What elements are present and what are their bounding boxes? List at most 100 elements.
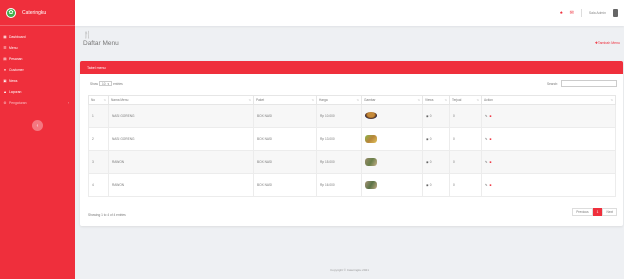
pesanan-icon: ▤	[3, 56, 7, 61]
envelope-icon[interactable]: ✉	[570, 10, 574, 16]
sidebar-item-laporan[interactable]: ▲ Laporan	[0, 86, 75, 97]
sidebar-item-label: Pengaturan	[9, 100, 27, 105]
trash-icon[interactable]: ■	[490, 137, 492, 141]
chevron-down-icon: ▾	[107, 81, 110, 86]
sidebar-item-menu[interactable]: ☰ Menu	[0, 42, 75, 53]
sort-icon: ⇅	[103, 98, 106, 102]
sort-icon: ⇅	[356, 98, 359, 102]
show-prefix: Show	[90, 81, 98, 86]
table-header-row: No ⇅ Nama Menu ⇅ Paket ⇅ Harga ⇅ Gambar ⇅ Vie…	[88, 95, 616, 105]
cell-terjual: 0	[449, 173, 482, 197]
brand[interactable]: ✿ Cateringku	[0, 0, 75, 26]
sort-icon: ⇅	[417, 98, 420, 102]
entries-select-value: 10	[101, 81, 106, 86]
col-header-paket[interactable]: Paket ⇅	[253, 95, 317, 105]
col-header-views[interactable]: Views ⇅	[422, 95, 450, 105]
cell-harga: Rp 15.000	[316, 150, 362, 174]
col-header-gambar[interactable]: Gambar ⇅	[361, 95, 423, 105]
trash-icon[interactable]: ■	[490, 183, 492, 187]
sidebar-item-news[interactable]: ▣ News	[0, 75, 75, 86]
leaf-logo-icon: ✿	[6, 7, 16, 18]
cell-harga: Rp 13.000	[316, 127, 362, 151]
sort-icon: ⇅	[476, 98, 479, 102]
cell-terjual: 0	[449, 127, 482, 151]
trash-icon[interactable]: ■	[490, 160, 492, 164]
edit-icon[interactable]: ✎	[485, 137, 488, 141]
col-header-action[interactable]: Action ⇅	[481, 95, 616, 105]
col-header-terjual[interactable]: Terjual ⇅	[449, 95, 482, 105]
page-heading: 🍴 Daftar Menu ✚Tambah Menu	[83, 32, 624, 47]
table-row: 4 RAWON BOX NASI Rp 16.000 ◉0 0 ✎ ■	[88, 173, 616, 197]
topbar-divider	[580, 9, 582, 17]
sidebar-item-label: Dashboard	[9, 34, 26, 39]
settings-icon: ⚙	[3, 100, 7, 105]
sidebar-item-pesanan[interactable]: ▤ Pesanan	[0, 53, 75, 64]
eye-icon: ◉	[426, 183, 429, 187]
pagination-page-1[interactable]: 1	[592, 208, 603, 216]
card-header: Tabel menu	[80, 61, 623, 74]
trash-icon[interactable]: ■	[490, 114, 492, 118]
news-icon: ▣	[3, 78, 7, 83]
search-label: Search:	[547, 81, 558, 86]
col-header-nama-menu[interactable]: Nama Menu ⇅	[108, 95, 254, 105]
menu-table: No ⇅ Nama Menu ⇅ Paket ⇅ Harga ⇅ Gambar ⇅ Vie…	[88, 95, 616, 197]
menu-image	[365, 180, 377, 189]
table-row: 2 NASI GORENG BOX NASI Rp 13.000 ◉0 0 ✎ ■	[88, 127, 616, 151]
pagination-next[interactable]: Next	[602, 208, 617, 216]
edit-icon[interactable]: ✎	[485, 160, 488, 164]
sort-icon: ⇅	[444, 98, 447, 102]
menu-table-card: Tabel menu Show 10 ▾ entries Search: No ⇅…	[80, 61, 623, 226]
search-input[interactable]	[561, 80, 617, 87]
cell-gambar	[361, 104, 423, 128]
sidebar-item-customer[interactable]: ● Customer	[0, 64, 75, 75]
sidebar-toggle-button[interactable]: ‹	[32, 120, 43, 131]
cell-views: ◉0	[422, 104, 450, 128]
pagination: Previous 1 Next	[572, 208, 617, 216]
customer-icon: ●	[3, 67, 7, 72]
sort-icon: ⇅	[311, 98, 314, 102]
cell-action: ✎ ■	[481, 173, 616, 197]
cell-no: 4	[88, 173, 109, 197]
cell-harga: Rp 10.000	[316, 104, 362, 128]
sidebar-item-label: Laporan	[9, 89, 22, 94]
sort-icon: ⇅	[610, 98, 613, 102]
add-menu-label: Tambah Menu	[597, 41, 620, 45]
sidebar-nav: ▦ Dashboard ☰ Menu ▤ Pesanan ● Customer …	[0, 31, 75, 108]
cell-harga: Rp 16.000	[316, 173, 362, 197]
cell-paket: BOX NASI	[253, 104, 317, 128]
cell-terjual: 0	[449, 150, 482, 174]
cell-no: 2	[88, 127, 109, 151]
cell-action: ✎ ■	[481, 127, 616, 151]
page-title: Daftar Menu	[83, 40, 119, 47]
menu-image	[365, 157, 377, 166]
add-menu-link[interactable]: ✚Tambah Menu	[595, 41, 620, 45]
avatar[interactable]	[613, 9, 618, 17]
pagination-previous[interactable]: Previous	[572, 208, 593, 216]
cell-gambar	[361, 173, 423, 197]
entries-select[interactable]: 10 ▾	[98, 81, 113, 86]
sidebar-item-pengaturan[interactable]: ⚙ Pengaturan ›	[0, 97, 75, 108]
sidebar-item-label: Menu	[9, 45, 18, 50]
edit-icon[interactable]: ✎	[485, 114, 488, 118]
table-info: Showing 1 to 4 of 4 entries	[88, 213, 126, 217]
col-header-harga[interactable]: Harga ⇅	[316, 95, 362, 105]
cell-terjual: 0	[449, 104, 482, 128]
sidebar: ✿ Cateringku ▦ Dashboard ☰ Menu ▤ Pesana…	[0, 0, 75, 279]
cell-no: 3	[88, 150, 109, 174]
edit-icon[interactable]: ✎	[485, 183, 488, 187]
show-suffix: entries	[113, 81, 123, 86]
cell-gambar	[361, 127, 423, 151]
menu-image	[365, 134, 377, 143]
bell-icon[interactable]: ♠	[560, 10, 563, 16]
user-name[interactable]: Sala Admin	[589, 11, 606, 15]
cell-paket: BOX NASI	[253, 173, 317, 197]
cell-paket: BOX NASI	[253, 127, 317, 151]
menu-icon: ☰	[3, 45, 7, 50]
utensils-icon: 🍴	[83, 32, 92, 39]
sidebar-item-dashboard[interactable]: ▦ Dashboard	[0, 31, 75, 42]
cell-views: ◉0	[422, 173, 450, 197]
cell-nama-menu: NASI GORENG	[108, 104, 254, 128]
table-search: Search:	[547, 80, 617, 87]
brand-name: Cateringku	[22, 9, 47, 16]
col-header-no[interactable]: No ⇅	[88, 95, 109, 105]
